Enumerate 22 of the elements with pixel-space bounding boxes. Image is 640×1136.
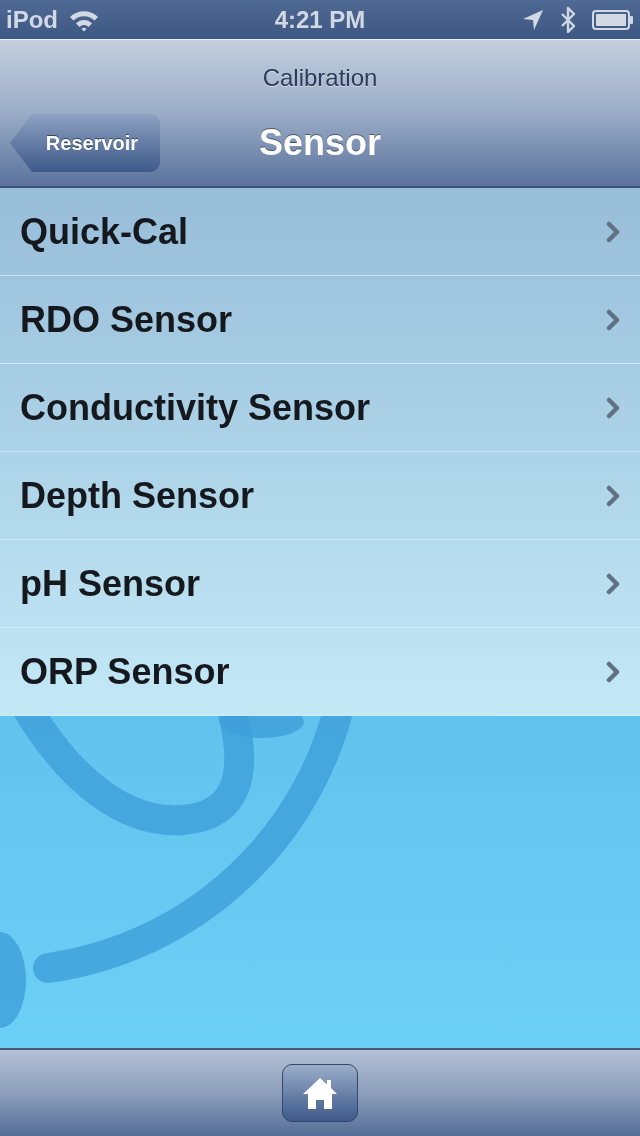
- bluetooth-icon: [560, 5, 576, 34]
- chevron-right-icon: [606, 396, 620, 419]
- back-button[interactable]: Reservoir: [10, 114, 160, 172]
- chevron-right-icon: [606, 308, 620, 331]
- carrier-name: iPod: [6, 5, 58, 34]
- chevron-right-icon: [606, 220, 620, 243]
- navigation-title: Sensor: [258, 122, 381, 164]
- navigation-prompt: Calibration: [262, 64, 378, 92]
- list-row[interactable]: RDO Sensor: [0, 276, 640, 364]
- status-time: 4:21 PM: [274, 5, 366, 34]
- home-icon: [302, 1076, 338, 1110]
- list-row[interactable]: Conductivity Sensor: [0, 364, 640, 452]
- chevron-right-icon: [606, 572, 620, 595]
- home-button[interactable]: [282, 1064, 358, 1122]
- chevron-right-icon: [606, 484, 620, 507]
- list-row[interactable]: Depth Sensor: [0, 452, 640, 540]
- battery-icon: [592, 9, 634, 30]
- location-arrow-icon: [522, 8, 544, 31]
- chevron-right-icon: [606, 660, 620, 683]
- list-row[interactable]: Quick-Cal: [0, 188, 640, 276]
- list-row[interactable]: ORP Sensor: [0, 628, 640, 716]
- list-row[interactable]: pH Sensor: [0, 540, 640, 628]
